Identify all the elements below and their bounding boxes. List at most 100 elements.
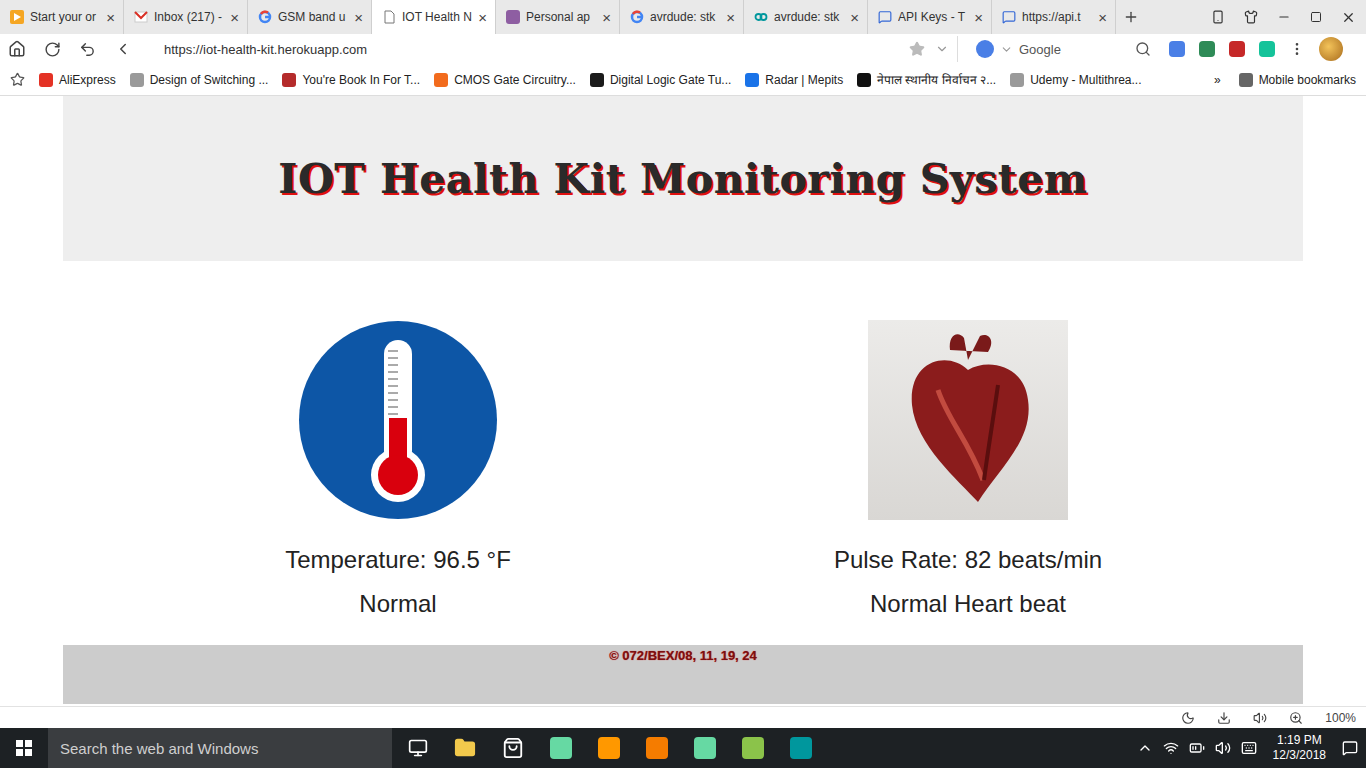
zoom-level[interactable]: 100%	[1325, 711, 1356, 725]
gmail-favicon-icon	[134, 10, 148, 24]
sublime-icon[interactable]	[598, 737, 620, 759]
google-favicon-icon	[258, 10, 272, 24]
browser-tab[interactable]: https://api.t×	[992, 0, 1116, 34]
shirt-icon[interactable]	[1244, 10, 1258, 24]
bookmark[interactable]: Design of Switching ...	[130, 73, 269, 87]
volume-icon[interactable]	[1215, 740, 1231, 756]
close-icon[interactable]	[1341, 10, 1356, 25]
tab-label: avrdude: stk	[650, 10, 720, 24]
clock[interactable]: 1:19 PM12/3/2018	[1267, 733, 1332, 763]
tab-label: API Keys - T	[898, 10, 968, 24]
grammarly-icon[interactable]	[1259, 41, 1275, 57]
tab-close-button[interactable]: ×	[106, 10, 115, 25]
browser-tab[interactable]: avrdude: stk×	[744, 0, 868, 34]
extension-icon[interactable]	[1199, 41, 1215, 57]
extension-icon[interactable]	[1229, 41, 1245, 57]
browser-tab[interactable]: Personal ap×	[496, 0, 620, 34]
purple-favicon-icon	[506, 10, 520, 24]
search-icon[interactable]	[1135, 41, 1151, 57]
arduino-icon[interactable]	[790, 737, 812, 759]
tab-close-button[interactable]: ×	[602, 10, 611, 25]
address-row: https://iot-health-kit.herokuapp.com Goog…	[0, 34, 1366, 64]
chevron-up-icon[interactable]	[1137, 740, 1153, 756]
atom-icon[interactable]	[550, 737, 572, 759]
restore-icon[interactable]	[1310, 11, 1322, 23]
download-icon[interactable]	[1217, 711, 1231, 725]
tab-close-button[interactable]: ×	[230, 10, 239, 25]
bookmark[interactable]: Udemy - Multithrea...	[1010, 73, 1141, 87]
arduino-favicon-icon	[754, 10, 768, 24]
start-button[interactable]	[0, 728, 48, 768]
bookmark[interactable]: CMOS Gate Circuitry...	[434, 73, 576, 87]
bookmark[interactable]: You're Book In For T...	[282, 73, 420, 87]
avatar-icon[interactable]	[1319, 37, 1343, 61]
bookmark[interactable]: नेपाल स्थानीय निर्वाचन २...	[857, 71, 996, 88]
page-title: IOT Health Kit Monitoring System	[278, 155, 1087, 203]
bookmark-favicon-icon	[434, 73, 448, 87]
search-box[interactable]: Google	[976, 36, 1151, 62]
phone-icon[interactable]	[1211, 10, 1225, 24]
tab-close-button[interactable]: ×	[850, 10, 859, 25]
windows-icon	[16, 740, 32, 756]
more-bookmarks-button[interactable]: »	[1214, 73, 1221, 87]
plus-icon	[1123, 9, 1139, 25]
bookmark[interactable]: Digital Logic Gate Tu...	[590, 73, 731, 87]
menu-icon[interactable]	[1289, 41, 1305, 57]
bookmark-star-icon[interactable]	[909, 41, 925, 57]
tab-strip: Start your or×Inbox (217) -×GSM band u×I…	[0, 0, 1366, 34]
minimize-icon[interactable]	[1277, 10, 1291, 24]
bookmark[interactable]: Radar | Mepits	[745, 73, 843, 87]
notifications-icon[interactable]	[1342, 740, 1358, 756]
footer-text: © 072/BEX/08, 11, 19, 24	[609, 648, 757, 704]
atom-icon[interactable]	[694, 737, 716, 759]
dropdown-icon[interactable]	[1000, 43, 1013, 56]
moon-icon[interactable]	[1181, 711, 1195, 725]
browser-tab[interactable]: GSM band u×	[248, 0, 372, 34]
star-icon[interactable]	[10, 72, 25, 87]
search-engine-icon[interactable]	[976, 40, 994, 58]
bookmark-favicon-icon	[1010, 73, 1024, 87]
zoom-icon[interactable]	[1289, 711, 1303, 725]
dropdown-icon[interactable]	[935, 42, 949, 56]
extensions	[1169, 37, 1343, 61]
taskbar-apps	[392, 737, 812, 759]
tab-label: Inbox (217) -	[154, 10, 224, 24]
tab-close-button[interactable]: ×	[726, 10, 735, 25]
mobile-bookmarks[interactable]: Mobile bookmarks	[1239, 73, 1356, 87]
battery-icon[interactable]	[1189, 740, 1205, 756]
tab-close-button[interactable]: ×	[1098, 10, 1107, 25]
tab-close-button[interactable]: ×	[974, 10, 983, 25]
bookmark-bar: AliExpress Design of Switching ... You're …	[0, 64, 1366, 96]
task-view-icon[interactable]	[408, 738, 428, 758]
browser-tab[interactable]: avrdude: stk ×	[620, 0, 744, 34]
undo-icon[interactable]	[79, 41, 96, 58]
folder-icon[interactable]	[454, 737, 476, 759]
new-tab-button[interactable]	[1116, 0, 1146, 34]
cards: Temperature: 96.5 °FNormalPulse Rate: 82…	[63, 261, 1303, 626]
tab-close-button[interactable]: ×	[478, 10, 487, 25]
window-controls	[1211, 0, 1366, 34]
browser-tab[interactable]: Inbox (217) - ×	[124, 0, 248, 34]
home-icon[interactable]	[8, 40, 26, 58]
volume-icon[interactable]	[1253, 711, 1267, 725]
tab-close-button[interactable]: ×	[354, 10, 363, 25]
status: Normal	[359, 582, 436, 626]
browser-tab[interactable]: IOT Health N×	[372, 0, 496, 34]
back-icon[interactable]	[114, 40, 132, 58]
address-bar[interactable]: https://iot-health-kit.herokuapp.com	[150, 36, 958, 62]
bookmark-favicon-icon	[130, 73, 144, 87]
translate-icon[interactable]	[1169, 41, 1185, 57]
taskbar-search[interactable]: Search the web and Windows	[48, 728, 392, 768]
tab-label: Start your or	[30, 10, 100, 24]
screen: Start your or×Inbox (217) -×GSM band u×I…	[0, 0, 1366, 768]
editor-icon[interactable]	[742, 737, 764, 759]
wifi-icon[interactable]	[1163, 740, 1179, 756]
reload-icon[interactable]	[44, 41, 61, 58]
bookmark-favicon-icon	[282, 73, 296, 87]
uc-browser-icon[interactable]	[646, 737, 668, 759]
browser-tab[interactable]: API Keys - T ×	[868, 0, 992, 34]
keyboard-icon[interactable]	[1241, 740, 1257, 756]
bookmark[interactable]: AliExpress	[39, 73, 116, 87]
browser-tab[interactable]: Start your or ×	[0, 0, 124, 34]
store-icon[interactable]	[502, 737, 524, 759]
